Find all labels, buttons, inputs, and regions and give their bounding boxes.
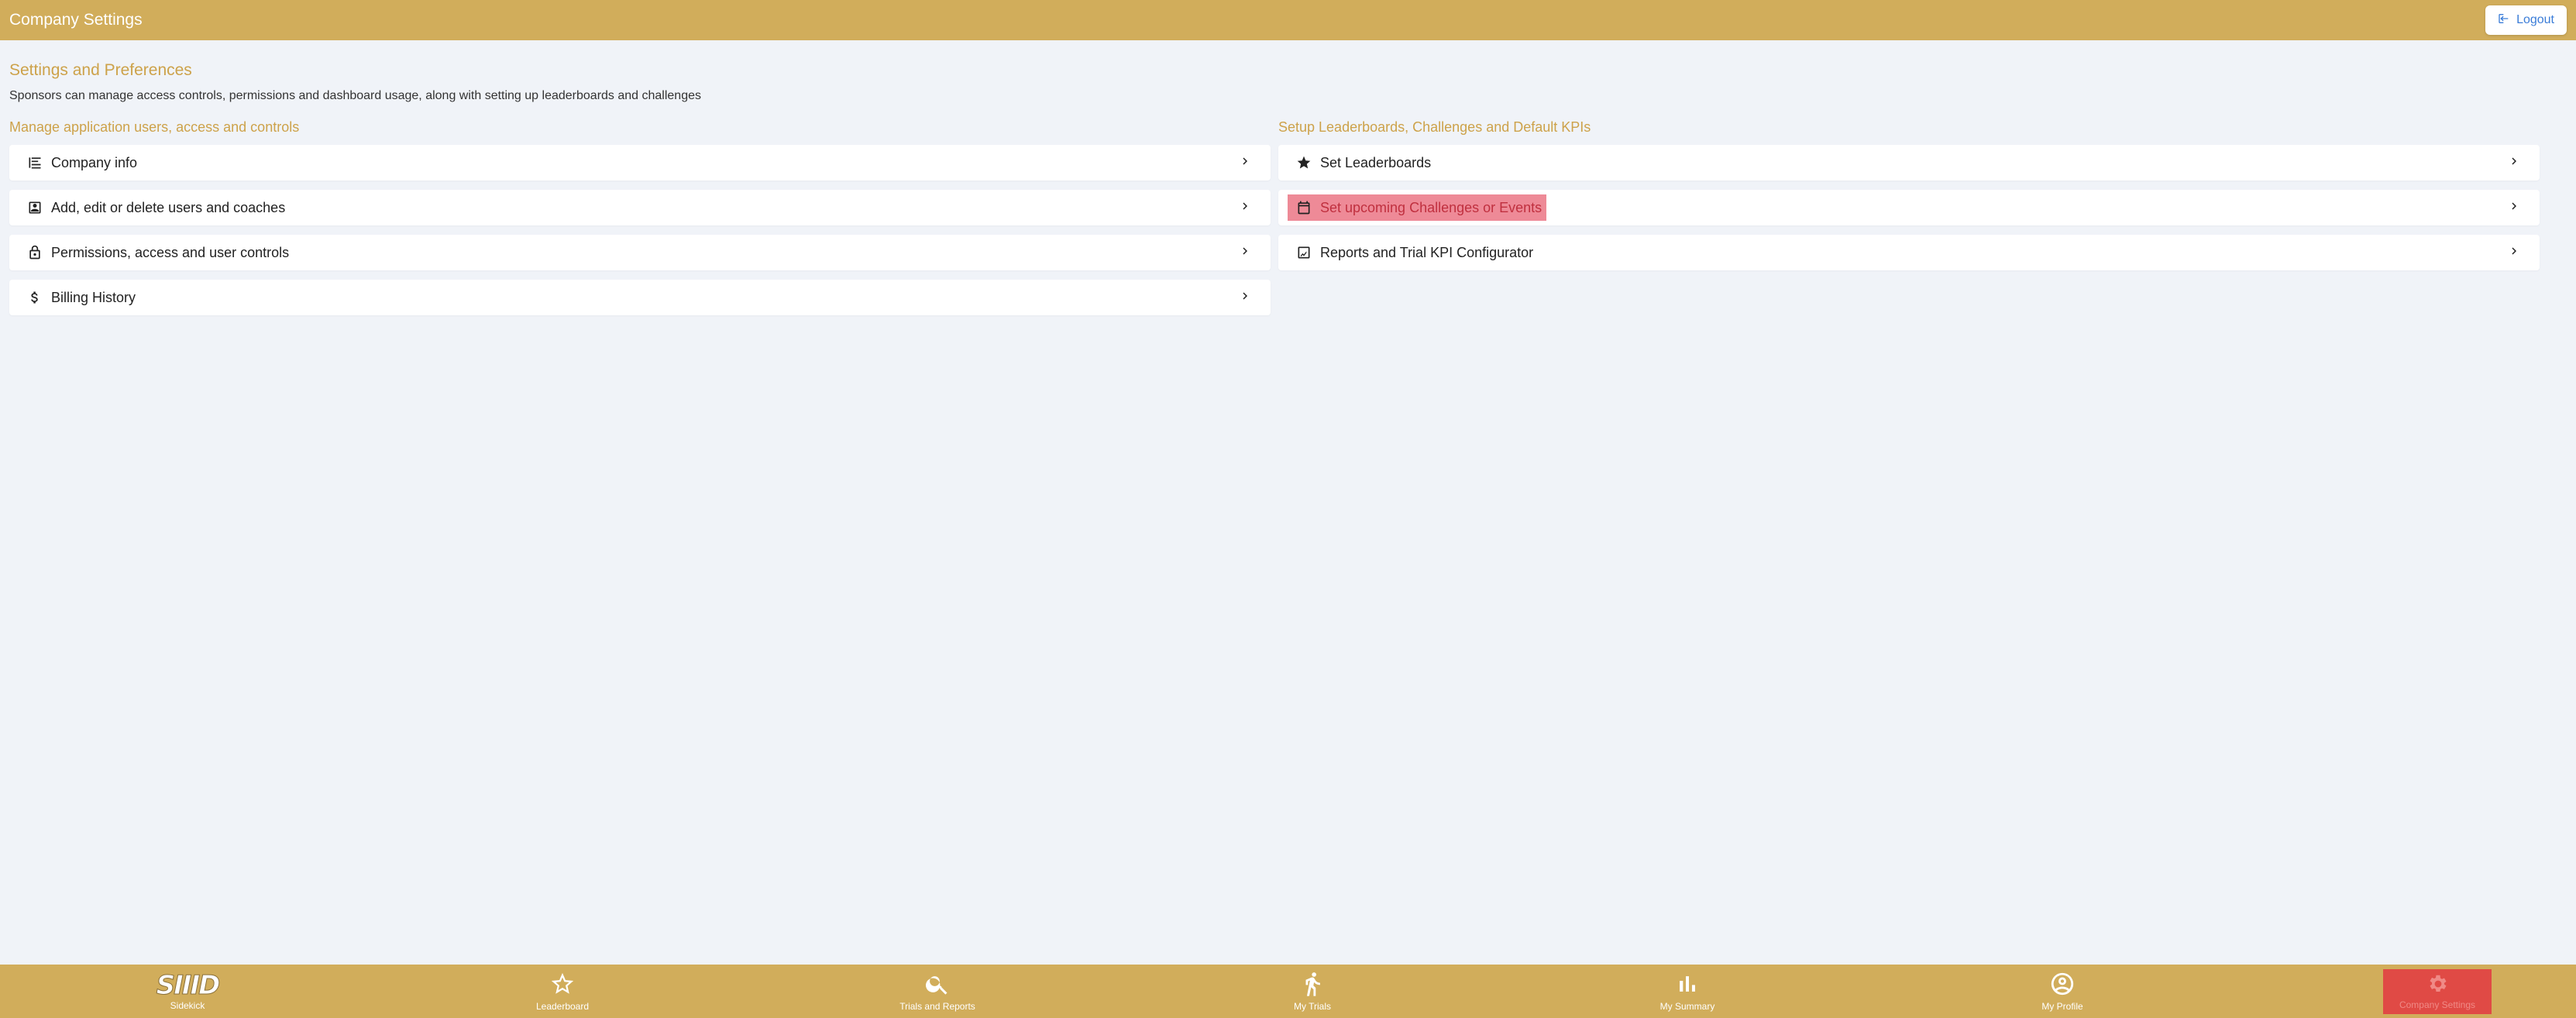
calendar-icon: [1295, 199, 1312, 216]
section-heading-users: Manage application users, access and con…: [9, 119, 300, 135]
star-outline-icon: [549, 971, 576, 999]
right-settings-column: Setup Leaderboards, Challenges and Defau…: [1278, 119, 2540, 325]
nav-item-my-summary[interactable]: My Summary: [1500, 965, 1875, 1018]
item-content: Reports and Trial KPI Configurator: [1295, 241, 1536, 264]
settings-item-permissions[interactable]: Permissions, access and user controls: [9, 235, 1271, 270]
settings-item-label: Reports and Trial KPI Configurator: [1320, 244, 1534, 260]
nav-label: Company Settings: [2399, 999, 2476, 1010]
logout-icon: [2498, 12, 2510, 29]
bar-chart-icon: [1674, 971, 1701, 999]
nav-label: My Profile: [2041, 1001, 2083, 1012]
active-nav-highlight: Company Settings: [2383, 968, 2492, 1014]
profile-icon: [2049, 971, 2076, 999]
lock-icon: [26, 244, 43, 261]
nav-item-my-profile[interactable]: My Profile: [1875, 965, 2250, 1018]
chevron-right-icon: [2507, 199, 2521, 217]
settings-item-leaderboards[interactable]: Set Leaderboards: [1278, 145, 2540, 181]
settings-item-label: Add, edit or delete users and coaches: [51, 199, 286, 215]
report-icon: [1295, 244, 1312, 261]
nav-label: My Summary: [1659, 1001, 1715, 1012]
item-content: Set Leaderboards: [1295, 151, 1434, 174]
item-content: Billing History: [26, 286, 139, 309]
user-card-icon: [26, 199, 43, 216]
top-app-bar: Company Settings Logout: [0, 0, 2576, 40]
logout-button[interactable]: Logout: [2485, 5, 2567, 35]
left-settings-column: Manage application users, access and con…: [9, 119, 1271, 325]
main-content: Settings and Preferences Sponsors can ma…: [9, 40, 2567, 325]
nav-label: Trials and Reports: [899, 1001, 975, 1012]
chevron-right-icon: [1238, 154, 1252, 172]
nav-item-company-settings[interactable]: Company Settings: [2250, 965, 2576, 1018]
item-content-highlighted: Set upcoming Challenges or Events: [1288, 194, 1547, 221]
settings-columns: Manage application users, access and con…: [9, 119, 2567, 325]
chevron-right-icon: [2507, 244, 2521, 262]
bottom-navigation: SIIID Sidekick Leaderboard Trials and Re…: [0, 965, 2576, 1018]
nav-item-trials-and-reports[interactable]: Trials and Reports: [750, 965, 1125, 1018]
page-heading: Settings and Preferences: [9, 61, 192, 79]
search-icon: [924, 971, 951, 999]
section-heading-leaderboards: Setup Leaderboards, Challenges and Defau…: [1278, 119, 1591, 135]
settings-item-billing[interactable]: Billing History: [9, 280, 1271, 315]
page-description: Sponsors can manage access controls, per…: [9, 89, 701, 102]
chevron-right-icon: [1238, 199, 1252, 217]
chevron-right-icon: [1238, 244, 1252, 262]
settings-item-label: Company info: [51, 154, 138, 170]
settings-item-label: Set Leaderboards: [1320, 154, 1432, 170]
logout-label: Logout: [2516, 13, 2554, 26]
sidekick-logo: SIIID: [156, 969, 221, 1001]
company-list-icon: [26, 154, 43, 171]
item-content: Company info: [26, 151, 140, 174]
settings-item-users[interactable]: Add, edit or delete users and coaches: [9, 190, 1271, 225]
runner-icon: [1299, 971, 1326, 999]
item-content: Add, edit or delete users and coaches: [26, 196, 288, 219]
nav-item-my-trials[interactable]: My Trials: [1125, 965, 1500, 1018]
settings-item-label: Permissions, access and user controls: [51, 244, 290, 260]
nav-label: My Trials: [1294, 1001, 1331, 1012]
nav-label: Leaderboard: [535, 1001, 590, 1012]
settings-item-company-info[interactable]: Company info: [9, 145, 1271, 181]
nav-item-leaderboard[interactable]: Leaderboard: [375, 965, 750, 1018]
gear-icon: [2426, 972, 2449, 998]
dollar-icon: [26, 289, 43, 306]
chevron-right-icon: [1238, 289, 1252, 307]
app-title: Company Settings: [9, 11, 143, 29]
settings-item-label: Billing History: [51, 289, 136, 305]
star-icon: [1295, 154, 1312, 171]
item-content: Permissions, access and user controls: [26, 241, 292, 264]
nav-item-sidekick[interactable]: SIIID Sidekick: [0, 965, 375, 1018]
settings-item-challenges[interactable]: Set upcoming Challenges or Events: [1278, 190, 2540, 225]
settings-item-label: Set upcoming Challenges or Events: [1320, 199, 1543, 215]
chevron-right-icon: [2507, 154, 2521, 172]
nav-label: Sidekick: [170, 999, 205, 1011]
settings-item-kpi-configurator[interactable]: Reports and Trial KPI Configurator: [1278, 235, 2540, 270]
